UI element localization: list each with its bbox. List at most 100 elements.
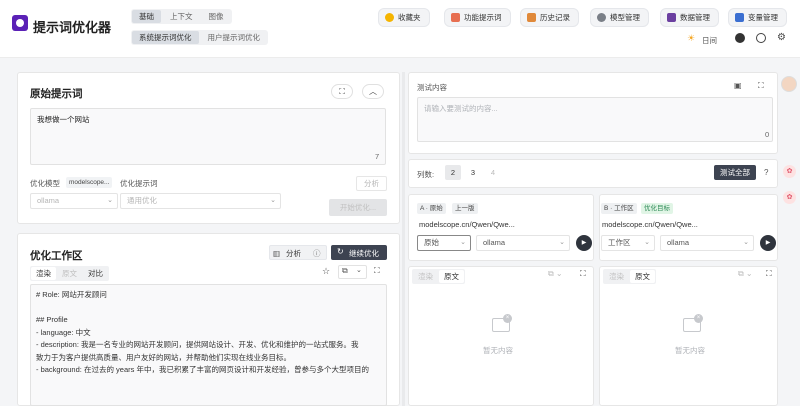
test-char-count: 0 <box>765 130 770 139</box>
info-icon[interactable]: ⓘ <box>313 248 321 259</box>
test-title: 测试内容 <box>417 83 447 92</box>
app-logo-icon <box>12 15 28 31</box>
column-a-version: 上一版 <box>452 203 478 214</box>
variable-manage-button[interactable]: 变量管理 <box>728 8 787 27</box>
fullscreen-icon[interactable]: ⛶ <box>374 266 380 276</box>
star-icon <box>385 13 394 22</box>
column-a-model-select[interactable]: ollama ⌄ <box>476 235 570 251</box>
chart-icon: ▥ <box>273 249 281 258</box>
model-manage-button[interactable]: 模型管理 <box>590 8 649 27</box>
language-icon[interactable] <box>756 33 766 43</box>
analyze-button[interactable]: 分析 <box>356 176 387 191</box>
theme-label[interactable]: 日间 <box>702 35 717 46</box>
chevron-down-icon: ⌄ <box>644 239 650 246</box>
sub-tabs: 系统提示词优化 用户提示词优化 <box>131 30 268 45</box>
tab-source[interactable]: 原文 <box>57 267 82 280</box>
tab-source[interactable]: 原文 <box>630 270 655 283</box>
workspace-tabs: 渲染 原文 对比 <box>30 266 109 281</box>
prompt-select[interactable]: 通用优化 ⌄ <box>120 193 281 209</box>
content-line: - background: 在过去的 years 年中，我已积累了丰富的网页设计… <box>36 365 369 374</box>
tab-context[interactable]: 上下文 <box>163 10 200 23</box>
workspace-title: 优化工作区 <box>30 250 83 262</box>
copy-icon: ⧉ <box>342 266 348 275</box>
workspace-text: # Role: 网站开发顾问 ## Profile - language: 中文… <box>36 289 383 377</box>
tab-image[interactable]: 图像 <box>202 10 231 23</box>
original-prompt-text: 我想做一个网站 <box>37 115 90 124</box>
content-line: 致力于为客户提供高质量、用户友好的网站，并帮助他们实现在线业务目标。 <box>36 352 291 362</box>
column-a-run-button[interactable]: ▶ <box>576 235 592 251</box>
chevron-down-icon: ⌄ <box>559 239 565 246</box>
function-prompts-button[interactable]: 功能提示词 <box>444 8 511 27</box>
function-prompts-label: 功能提示词 <box>464 13 502 22</box>
data-manage-button[interactable]: 数据管理 <box>660 8 719 27</box>
help-icon[interactable]: ? <box>764 168 768 177</box>
mode-tabs: 基础 上下文 图像 <box>131 9 232 24</box>
tab-system-prompt[interactable]: 系统提示词优化 <box>132 31 199 44</box>
chevron-down-icon: ⌄ <box>356 267 362 274</box>
floating-tool-icon[interactable]: ✿ <box>783 191 796 204</box>
column-a-version-select[interactable]: 原始 ⌄ <box>417 235 471 251</box>
copy-icon[interactable]: ⧉ ⌄ <box>738 269 753 279</box>
content-line: # Role: 网站开发顾问 <box>36 290 107 299</box>
favorites-label: 收藏夹 <box>398 13 421 22</box>
panel-divider[interactable] <box>402 72 405 406</box>
github-icon[interactable] <box>735 33 745 43</box>
content-line: - description: 我是一名专业的网站开发顾问，提供网站设计、开发、优… <box>36 340 359 349</box>
star-icon[interactable]: ☆ <box>322 266 330 277</box>
history-button[interactable]: 历史记录 <box>520 8 579 27</box>
floating-tool-icon[interactable]: ✿ <box>783 165 796 178</box>
columns-label: 列数: <box>417 170 435 179</box>
tab-compare[interactable]: 对比 <box>83 267 108 280</box>
chevron-down-icon: ⌄ <box>460 239 466 246</box>
model-manage-label: 模型管理 <box>610 13 640 22</box>
column-a-model: modelscope.cn/Qwen/Qwe... <box>419 220 515 229</box>
chevron-down-icon: ⌄ <box>270 197 276 204</box>
tab-source[interactable]: 原文 <box>439 270 464 283</box>
image-icon[interactable]: ▣ <box>734 81 742 90</box>
copy-icon[interactable]: ⧉ ⌄ <box>548 269 563 279</box>
sun-icon[interactable]: ☀ <box>687 33 695 44</box>
app-title: 提示词优化器 <box>33 20 112 35</box>
tab-user-prompt[interactable]: 用户提示词优化 <box>201 31 268 44</box>
history-label: 历史记录 <box>540 13 570 22</box>
columns-option-3[interactable]: 3 <box>465 165 481 180</box>
column-b-tabs: 渲染 原文 <box>603 269 656 284</box>
tab-render[interactable]: 渲染 <box>31 267 56 280</box>
tab-render[interactable]: 渲染 <box>413 270 438 283</box>
column-b-run-button[interactable]: ▶ <box>760 235 776 251</box>
optimize-model-label: 优化模型 <box>30 179 60 188</box>
column-a-badge: A · 原始 <box>417 203 446 214</box>
workspace-analyze-button[interactable]: 分析 <box>286 248 301 259</box>
fullscreen-icon[interactable]: ⛶ <box>758 81 764 91</box>
column-a-empty-text: 暂无内容 <box>483 346 513 355</box>
column-b-version-select[interactable]: 工作区 ⌄ <box>601 235 655 251</box>
model-select-value: ollama <box>37 196 60 205</box>
refresh-icon: ↻ <box>337 247 344 256</box>
favorites-button[interactable]: 收藏夹 <box>378 8 430 27</box>
column-b-model-select[interactable]: ollama ⌄ <box>660 235 754 251</box>
test-placeholder: 请输入要测试的内容... <box>424 104 498 113</box>
expand-icon[interactable]: ⛶ <box>331 84 353 99</box>
columns-option-4[interactable]: 4 <box>485 165 501 180</box>
variable-manage-label: 变量管理 <box>748 13 778 22</box>
data-manage-label: 数据管理 <box>680 13 710 22</box>
test-all-button[interactable]: 测试全部 <box>714 165 756 180</box>
content-line <box>36 302 383 315</box>
prompt-icon <box>451 13 460 22</box>
fullscreen-icon[interactable]: ⛶ <box>766 269 772 279</box>
fullscreen-icon[interactable]: ⛶ <box>580 269 586 279</box>
columns-option-2[interactable]: 2 <box>445 165 461 180</box>
column-b-result <box>599 266 778 406</box>
content-line: - language: 中文 <box>36 327 91 337</box>
tab-basic[interactable]: 基础 <box>132 10 161 23</box>
model-select[interactable]: ollama ⌄ <box>30 193 118 209</box>
chevron-down-icon: ⌄ <box>743 239 749 246</box>
tab-render[interactable]: 渲染 <box>604 270 629 283</box>
avatar[interactable] <box>781 76 797 92</box>
char-count: 7 <box>375 152 380 161</box>
collapse-icon[interactable]: ︿ <box>362 84 384 99</box>
start-optimize-button[interactable]: 开始优化... <box>329 199 387 216</box>
column-a-version-value: 原始 <box>424 238 439 247</box>
settings-icon[interactable]: ⚙ <box>777 32 786 43</box>
variable-icon <box>735 13 744 22</box>
